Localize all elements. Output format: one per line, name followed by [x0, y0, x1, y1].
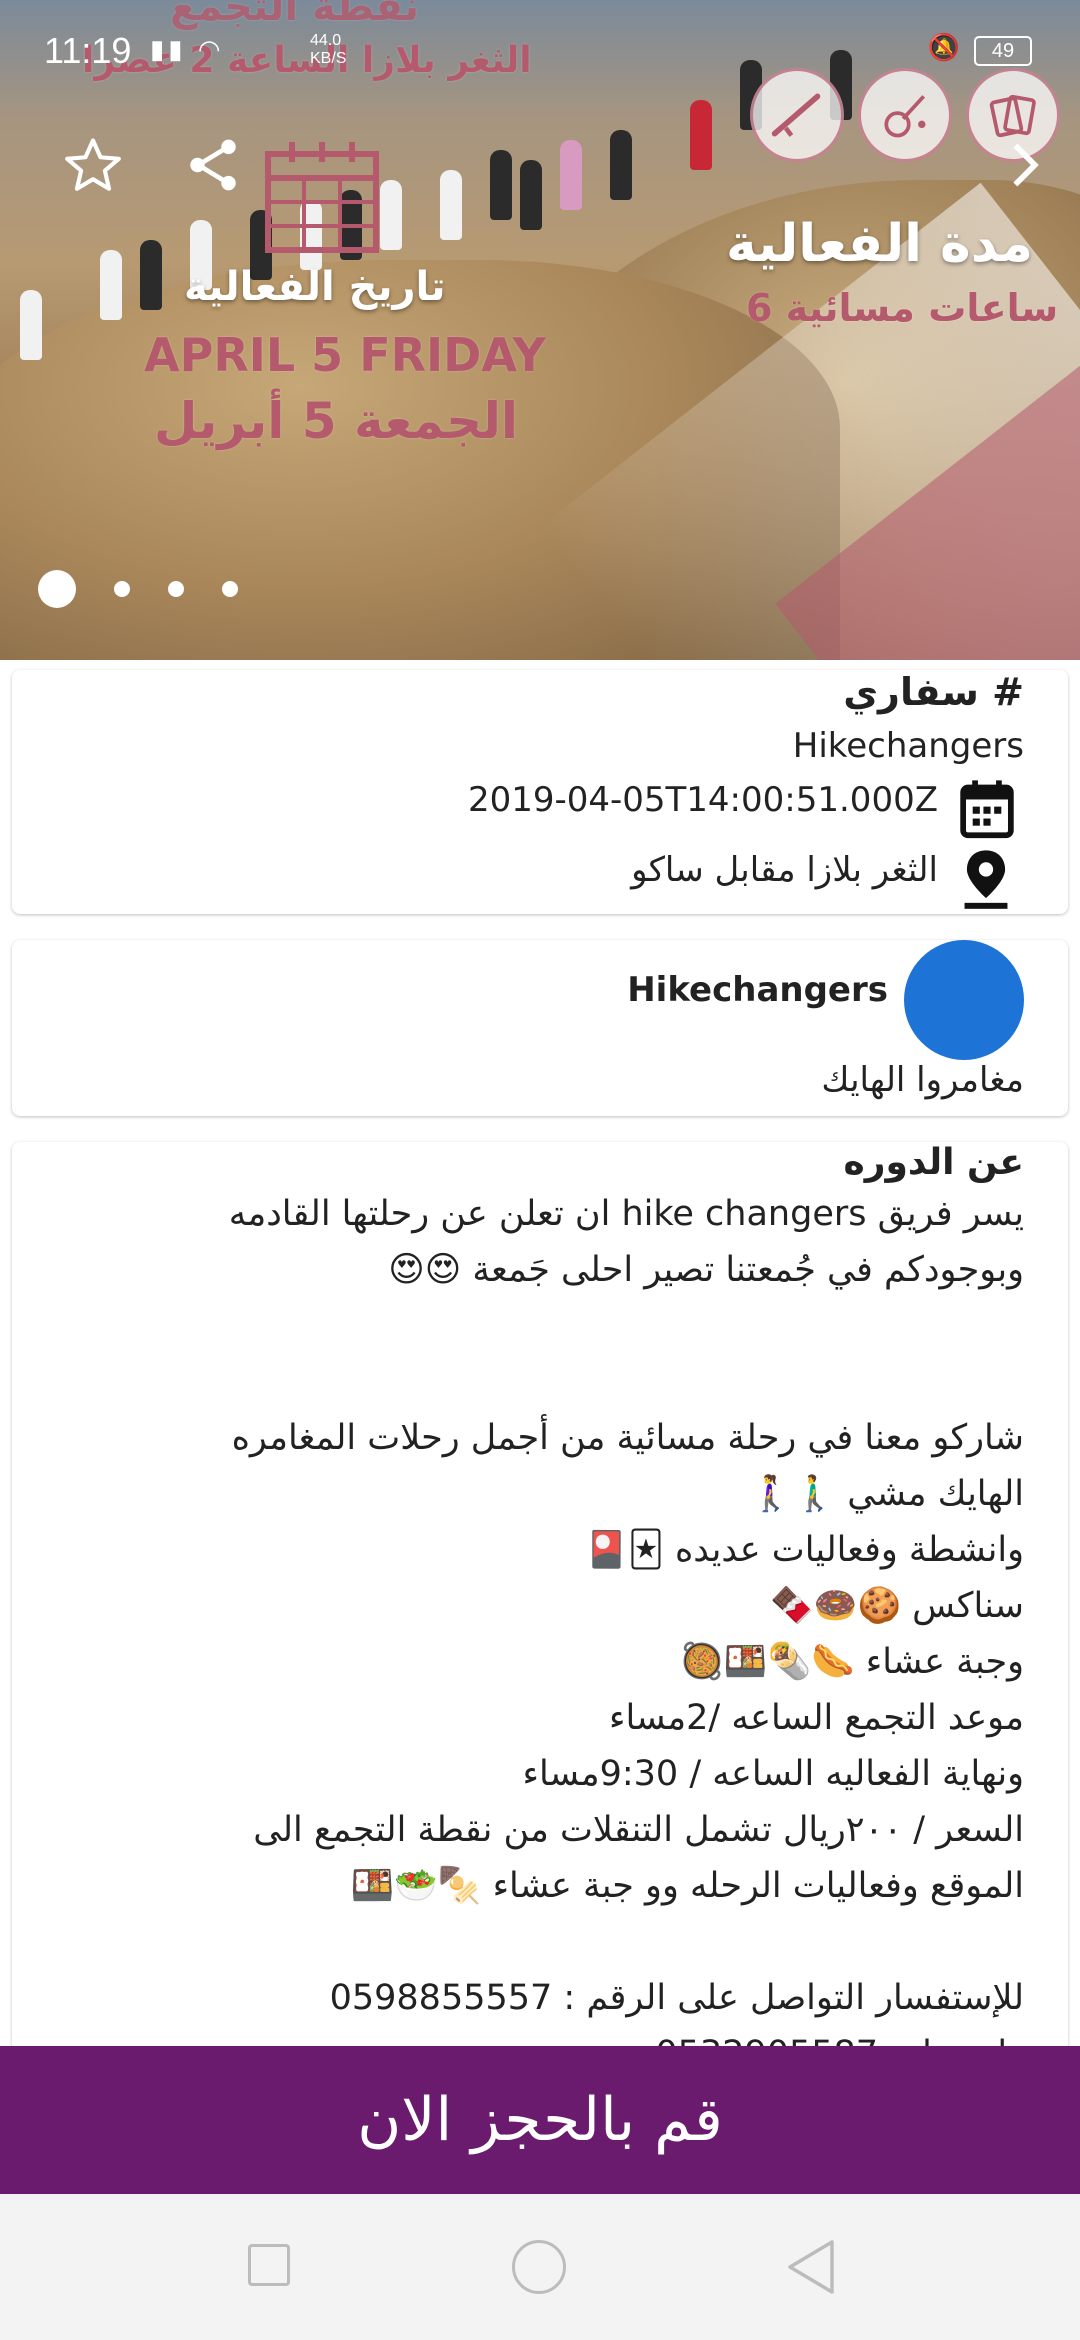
calendar-graphic-icon — [265, 142, 379, 253]
organizer-avatar[interactable] — [904, 940, 1024, 1060]
back-triangle-icon[interactable] — [786, 2238, 836, 2296]
hero-duration-value: 6 ساعات مسائية — [746, 286, 1059, 330]
recent-apps-button[interactable] — [248, 2244, 290, 2286]
carousel-page-indicator — [38, 570, 238, 608]
favorite-star-button[interactable] — [56, 128, 130, 202]
hero-duration-label: مدة الفعالية — [726, 214, 1033, 274]
event-info-card: # سفاري Hikechangers 2019-04-05T14:00:51… — [12, 670, 1068, 914]
status-time: 11:19 — [44, 30, 132, 71]
about-title: عن الدوره — [843, 1142, 1024, 1183]
hero-date-ar: الجمعة 5 أبريل — [154, 392, 519, 450]
calendar-icon — [960, 780, 1014, 839]
location-pin-icon — [964, 850, 1008, 909]
event-organizer-name: Hikechangers — [792, 726, 1024, 766]
organizer-subtitle: مغامروا الهايك — [821, 1060, 1024, 1100]
share-button[interactable] — [176, 128, 250, 202]
event-category-tag[interactable]: # سفاري — [843, 670, 1024, 714]
event-location[interactable]: الثغر بلازا مقابل ساكو — [631, 850, 938, 890]
organizer-name: Hikechangers — [627, 970, 888, 1010]
system-navigation-bar — [0, 2194, 1080, 2340]
about-description: يسر فريق hike changers ان تعلن عن رحلتها… — [228, 1194, 1024, 2062]
home-button[interactable] — [512, 2240, 566, 2294]
event-image-carousel[interactable]: نقطة التجمع الثغر بلازا الساعة 2 عصرا مد… — [0, 0, 1080, 660]
book-now-button[interactable]: قم بالحجز الان — [0, 2046, 1080, 2194]
carousel-dot[interactable] — [114, 581, 130, 597]
share-icon — [190, 139, 236, 191]
organizer-card[interactable]: Hikechangers مغامروا الهايك — [12, 940, 1068, 1116]
status-bar: 11:19 ▮▮ ◠ 44.0 KB/S 🔕 49 — [0, 0, 1080, 84]
hero-date-en: APRIL 5 FRIDAY — [144, 328, 546, 382]
signal-wifi-icons: ▮▮ ◠ — [150, 34, 225, 64]
battery-indicator: 49 — [974, 36, 1032, 66]
back-arrow-button[interactable] — [994, 130, 1054, 200]
chevron-right-icon — [1013, 143, 1039, 187]
about-event-card: عن الدوره يسر فريق hike changers ان تعلن… — [12, 1142, 1068, 2062]
carousel-dot[interactable] — [168, 581, 184, 597]
hero-date-label: تاريخ الفعالية — [184, 264, 446, 310]
carousel-dot[interactable] — [222, 581, 238, 597]
carousel-dot-active[interactable] — [38, 570, 76, 608]
network-speed: 44.0 KB/S — [310, 32, 347, 67]
star-icon — [65, 138, 121, 191]
event-datetime: 2019-04-05T14:00:51.000Z — [467, 780, 938, 820]
mute-icon: 🔕 — [927, 32, 960, 62]
